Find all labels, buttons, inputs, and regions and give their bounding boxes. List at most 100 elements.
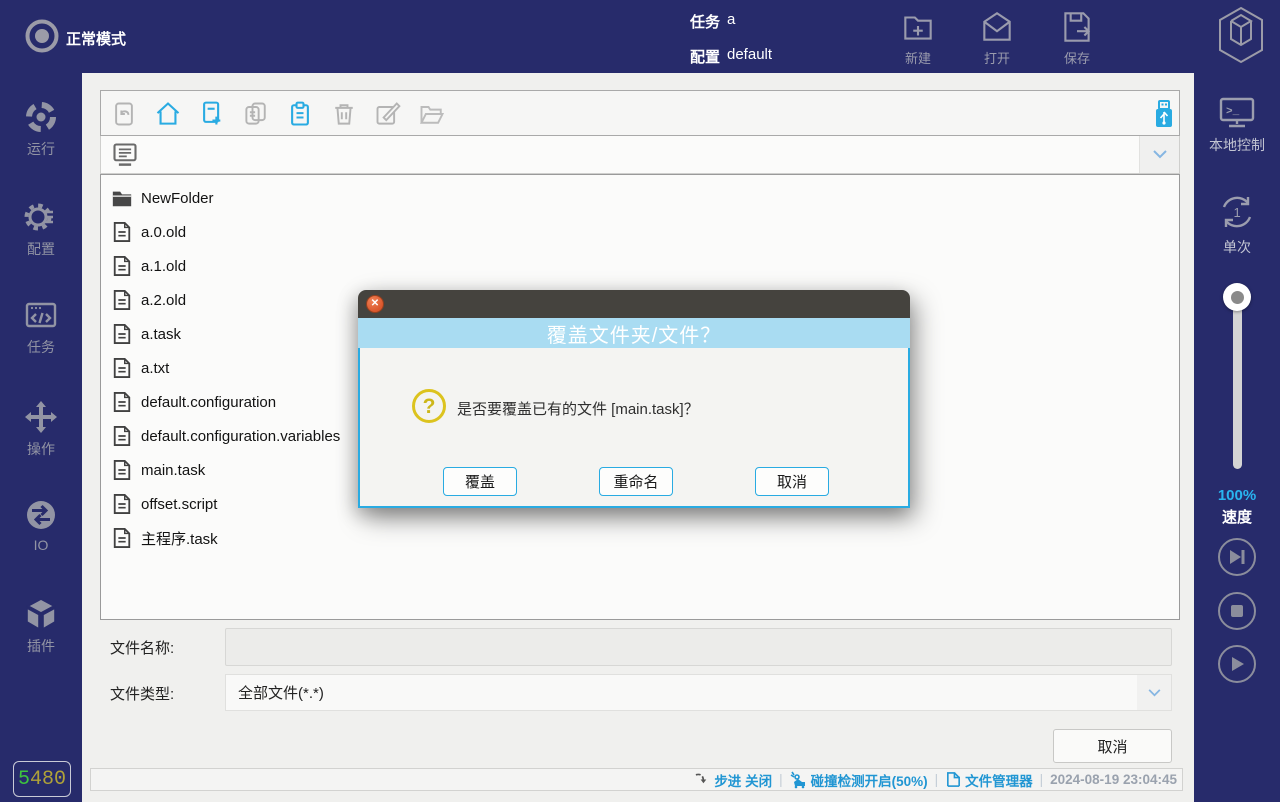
new-file-button[interactable] (197, 99, 227, 129)
file-icon (111, 493, 133, 515)
save-button[interactable]: 保存 (1037, 6, 1117, 67)
open-button[interactable]: 打开 (957, 6, 1037, 67)
speed-slider-knob[interactable] (1223, 283, 1251, 311)
filename-label: 文件名称: (110, 637, 174, 658)
open-icon (957, 8, 1037, 46)
list-item[interactable]: NewFolder (101, 181, 1179, 215)
svg-text:>_: >_ (1226, 106, 1240, 118)
sidebar-item-operate[interactable]: 操作 (0, 399, 82, 459)
file-name: offset.script (141, 496, 217, 513)
file-manager-icon (945, 771, 962, 788)
delete-button[interactable] (329, 99, 359, 129)
location-combobox (100, 136, 1180, 174)
filetype-value: 全部文件(*.*) (226, 682, 324, 703)
top-bar: 正常模式 任务 a 配置 default 新建 打开 保存 (0, 0, 1280, 73)
device-list-icon[interactable] (111, 141, 139, 169)
home-button[interactable] (153, 99, 183, 129)
sidebar-item-run[interactable]: 运行 (0, 99, 82, 159)
mode-label: 正常模式 (66, 28, 126, 49)
play-button[interactable] (1218, 645, 1256, 683)
speed-label: 速度 (1194, 506, 1280, 527)
file-manager-cancel-button[interactable]: 取消 (1053, 729, 1172, 763)
gear-icon (0, 199, 82, 235)
copy-button[interactable] (241, 99, 271, 129)
step-status: 步进 关闭 (694, 770, 772, 790)
collision-robot-icon (790, 771, 808, 789)
brand-logo-icon (1216, 5, 1266, 65)
counter-prefix: 5 (18, 768, 30, 791)
dialog-body: ? 是否要覆盖已有的文件 [main.task]？ 覆盖 重命名 取消 (358, 348, 910, 508)
task-label: 任务 (0, 337, 82, 357)
speed-percent: 100% (1194, 487, 1280, 504)
dialog-message: 是否要覆盖已有的文件 [main.task]？ (457, 398, 699, 419)
open-folder-button[interactable] (417, 99, 447, 129)
sidebar-item-task[interactable]: 任务 (0, 297, 82, 357)
save-icon (1037, 8, 1117, 46)
overwrite-button[interactable]: 覆盖 (443, 467, 517, 496)
list-item[interactable]: a.0.old (101, 215, 1179, 249)
dialog-title: 覆盖文件夹/文件？ (547, 319, 722, 348)
file-icon (111, 289, 133, 311)
file-icon (111, 527, 133, 549)
local-control-label: 本地控制 (1194, 135, 1280, 155)
file-icon (111, 221, 133, 243)
sidebar-item-local-control[interactable]: >_ 本地控制 (1194, 93, 1280, 155)
file-icon (111, 357, 133, 379)
cube-icon (0, 596, 82, 632)
stop-button[interactable] (1218, 592, 1256, 630)
step-forward-button[interactable] (1218, 538, 1256, 576)
filetype-select[interactable]: 全部文件(*.*) (225, 674, 1172, 711)
file-name: main.task (141, 462, 205, 479)
step-arrow-icon (694, 771, 711, 788)
filename-input[interactable] (225, 628, 1172, 666)
status-counter[interactable]: 5480 (13, 761, 71, 797)
config-value: default (727, 46, 772, 63)
overwrite-dialog: ✕ 覆盖文件夹/文件？ ? 是否要覆盖已有的文件 [main.task]？ 覆盖… (358, 290, 910, 508)
list-item[interactable]: 主程序.task (101, 521, 1179, 555)
app-root: 正常模式 任务 a 配置 default 新建 打开 保存 (0, 0, 1280, 802)
separator: | (779, 772, 783, 787)
sidebar-item-plugin[interactable]: 插件 (0, 596, 82, 656)
question-icon: ? (412, 389, 446, 423)
file-name: a.1.old (141, 258, 186, 275)
cancel-button[interactable]: 取消 (755, 467, 829, 496)
folder-icon (111, 187, 133, 209)
file-icon (111, 425, 133, 447)
run-label: 运行 (0, 139, 82, 159)
file-icon (111, 391, 133, 413)
back-button[interactable] (109, 99, 139, 129)
paste-button[interactable] (285, 99, 315, 129)
mode-status-icon (24, 18, 60, 54)
task-value: a (727, 11, 735, 28)
list-item[interactable]: a.1.old (101, 249, 1179, 283)
close-icon[interactable]: ✕ (366, 295, 384, 313)
move-arrows-icon (0, 399, 82, 435)
usb-device-icon[interactable] (1149, 99, 1179, 129)
config-label: 配置 (690, 46, 720, 67)
new-button[interactable]: 新建 (878, 6, 958, 67)
rename-button[interactable]: 重命名 (599, 467, 673, 496)
single-run-label: 单次 (1194, 237, 1280, 257)
file-name: a.txt (141, 360, 169, 377)
code-window-icon (0, 297, 82, 333)
rename-button[interactable] (373, 99, 403, 129)
file-name: a.task (141, 326, 181, 343)
sidebar-item-config[interactable]: 配置 (0, 199, 82, 259)
location-dropdown-button[interactable] (1139, 136, 1179, 173)
file-name: a.2.old (141, 292, 186, 309)
separator: | (935, 772, 939, 787)
io-label: IO (0, 537, 82, 553)
speed-slider-track[interactable] (1233, 295, 1242, 469)
terminal-icon: >_ (1194, 93, 1280, 131)
svg-text:1: 1 (1234, 205, 1241, 220)
filetype-label: 文件类型: (110, 683, 174, 704)
filetype-chevron-down-icon[interactable] (1137, 675, 1171, 710)
new-label: 新建 (878, 48, 958, 67)
sidebar-item-single-run[interactable]: 1 单次 (1194, 191, 1280, 257)
open-label: 打开 (957, 48, 1037, 67)
single-cycle-icon: 1 (1194, 191, 1280, 233)
sidebar-item-io[interactable]: IO (0, 497, 82, 553)
io-icon (0, 497, 82, 533)
file-icon (111, 459, 133, 481)
file-name: a.0.old (141, 224, 186, 241)
